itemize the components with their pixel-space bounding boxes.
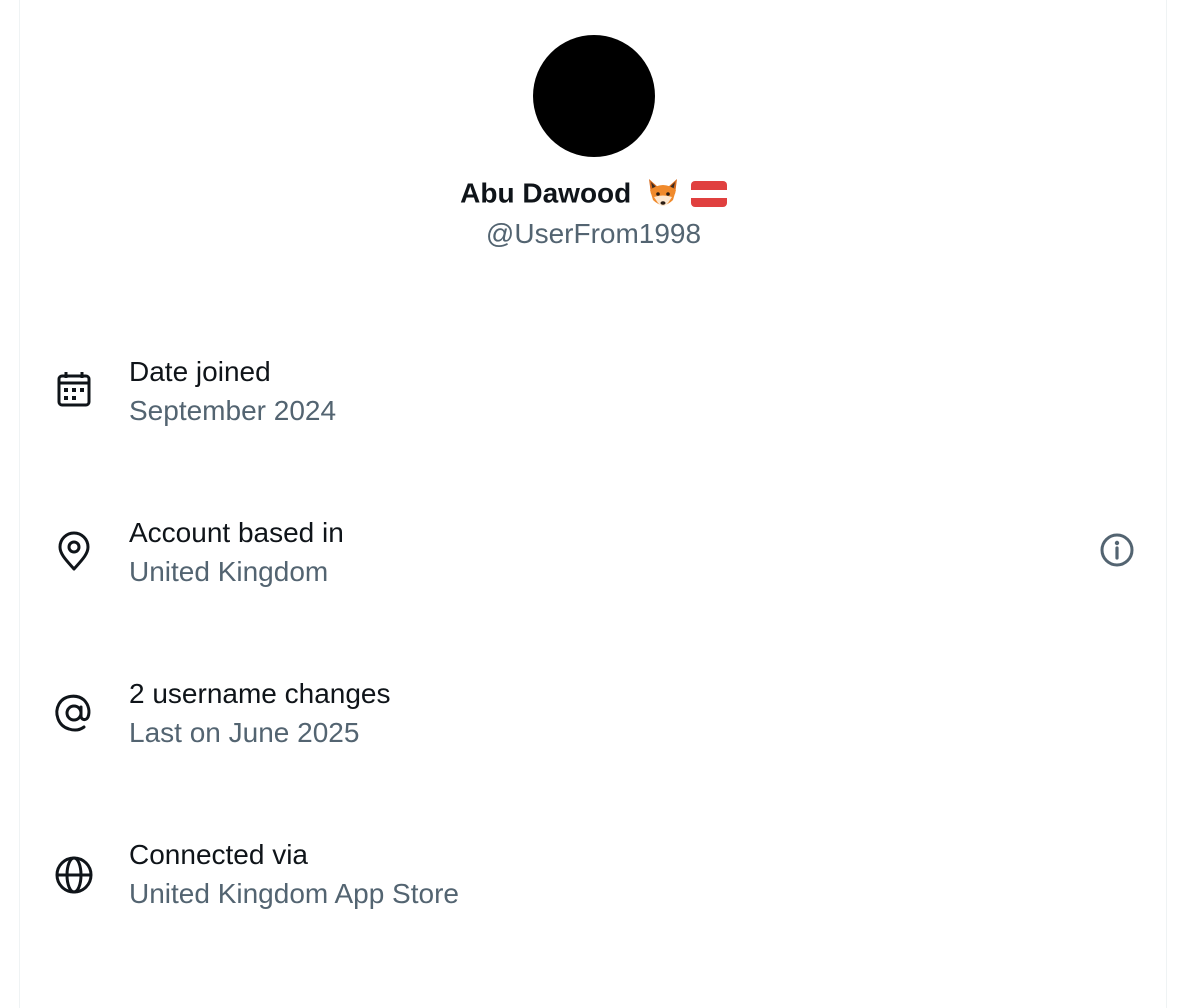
detail-value: September 2024 [129, 395, 337, 426]
display-name: Abu Dawood [460, 177, 632, 209]
calendar-icon [57, 372, 91, 407]
detail-label: Connected via [129, 839, 309, 870]
detail-value: Last on June 2025 [129, 717, 360, 748]
at-sign-icon [55, 694, 91, 732]
detail-label: Account based in [129, 517, 344, 548]
fox-face-emoji [649, 178, 678, 206]
detail-label: 2 username changes [129, 678, 391, 709]
display-name-row: Abu Dawood [0, 172, 1187, 214]
flag-emoji [690, 180, 727, 207]
globe-icon [55, 856, 93, 894]
detail-value: United Kingdom [129, 556, 329, 587]
detail-row-account-based-in: Account based in United Kingdom [0, 513, 1187, 603]
info-icon[interactable] [1099, 532, 1135, 568]
detail-row-connected-via: Connected via United Kingdom App Store [0, 835, 1187, 925]
detail-value: United Kingdom App Store [129, 878, 459, 909]
detail-row-username-changes: 2 username changes Last on June 2025 [0, 674, 1187, 764]
avatar[interactable] [533, 35, 655, 157]
location-pin-icon [58, 531, 90, 571]
detail-label: Date joined [129, 356, 271, 387]
user-handle[interactable]: @UserFrom1998 [0, 214, 1187, 254]
detail-row-date-joined: Date joined September 2024 [0, 352, 1187, 442]
